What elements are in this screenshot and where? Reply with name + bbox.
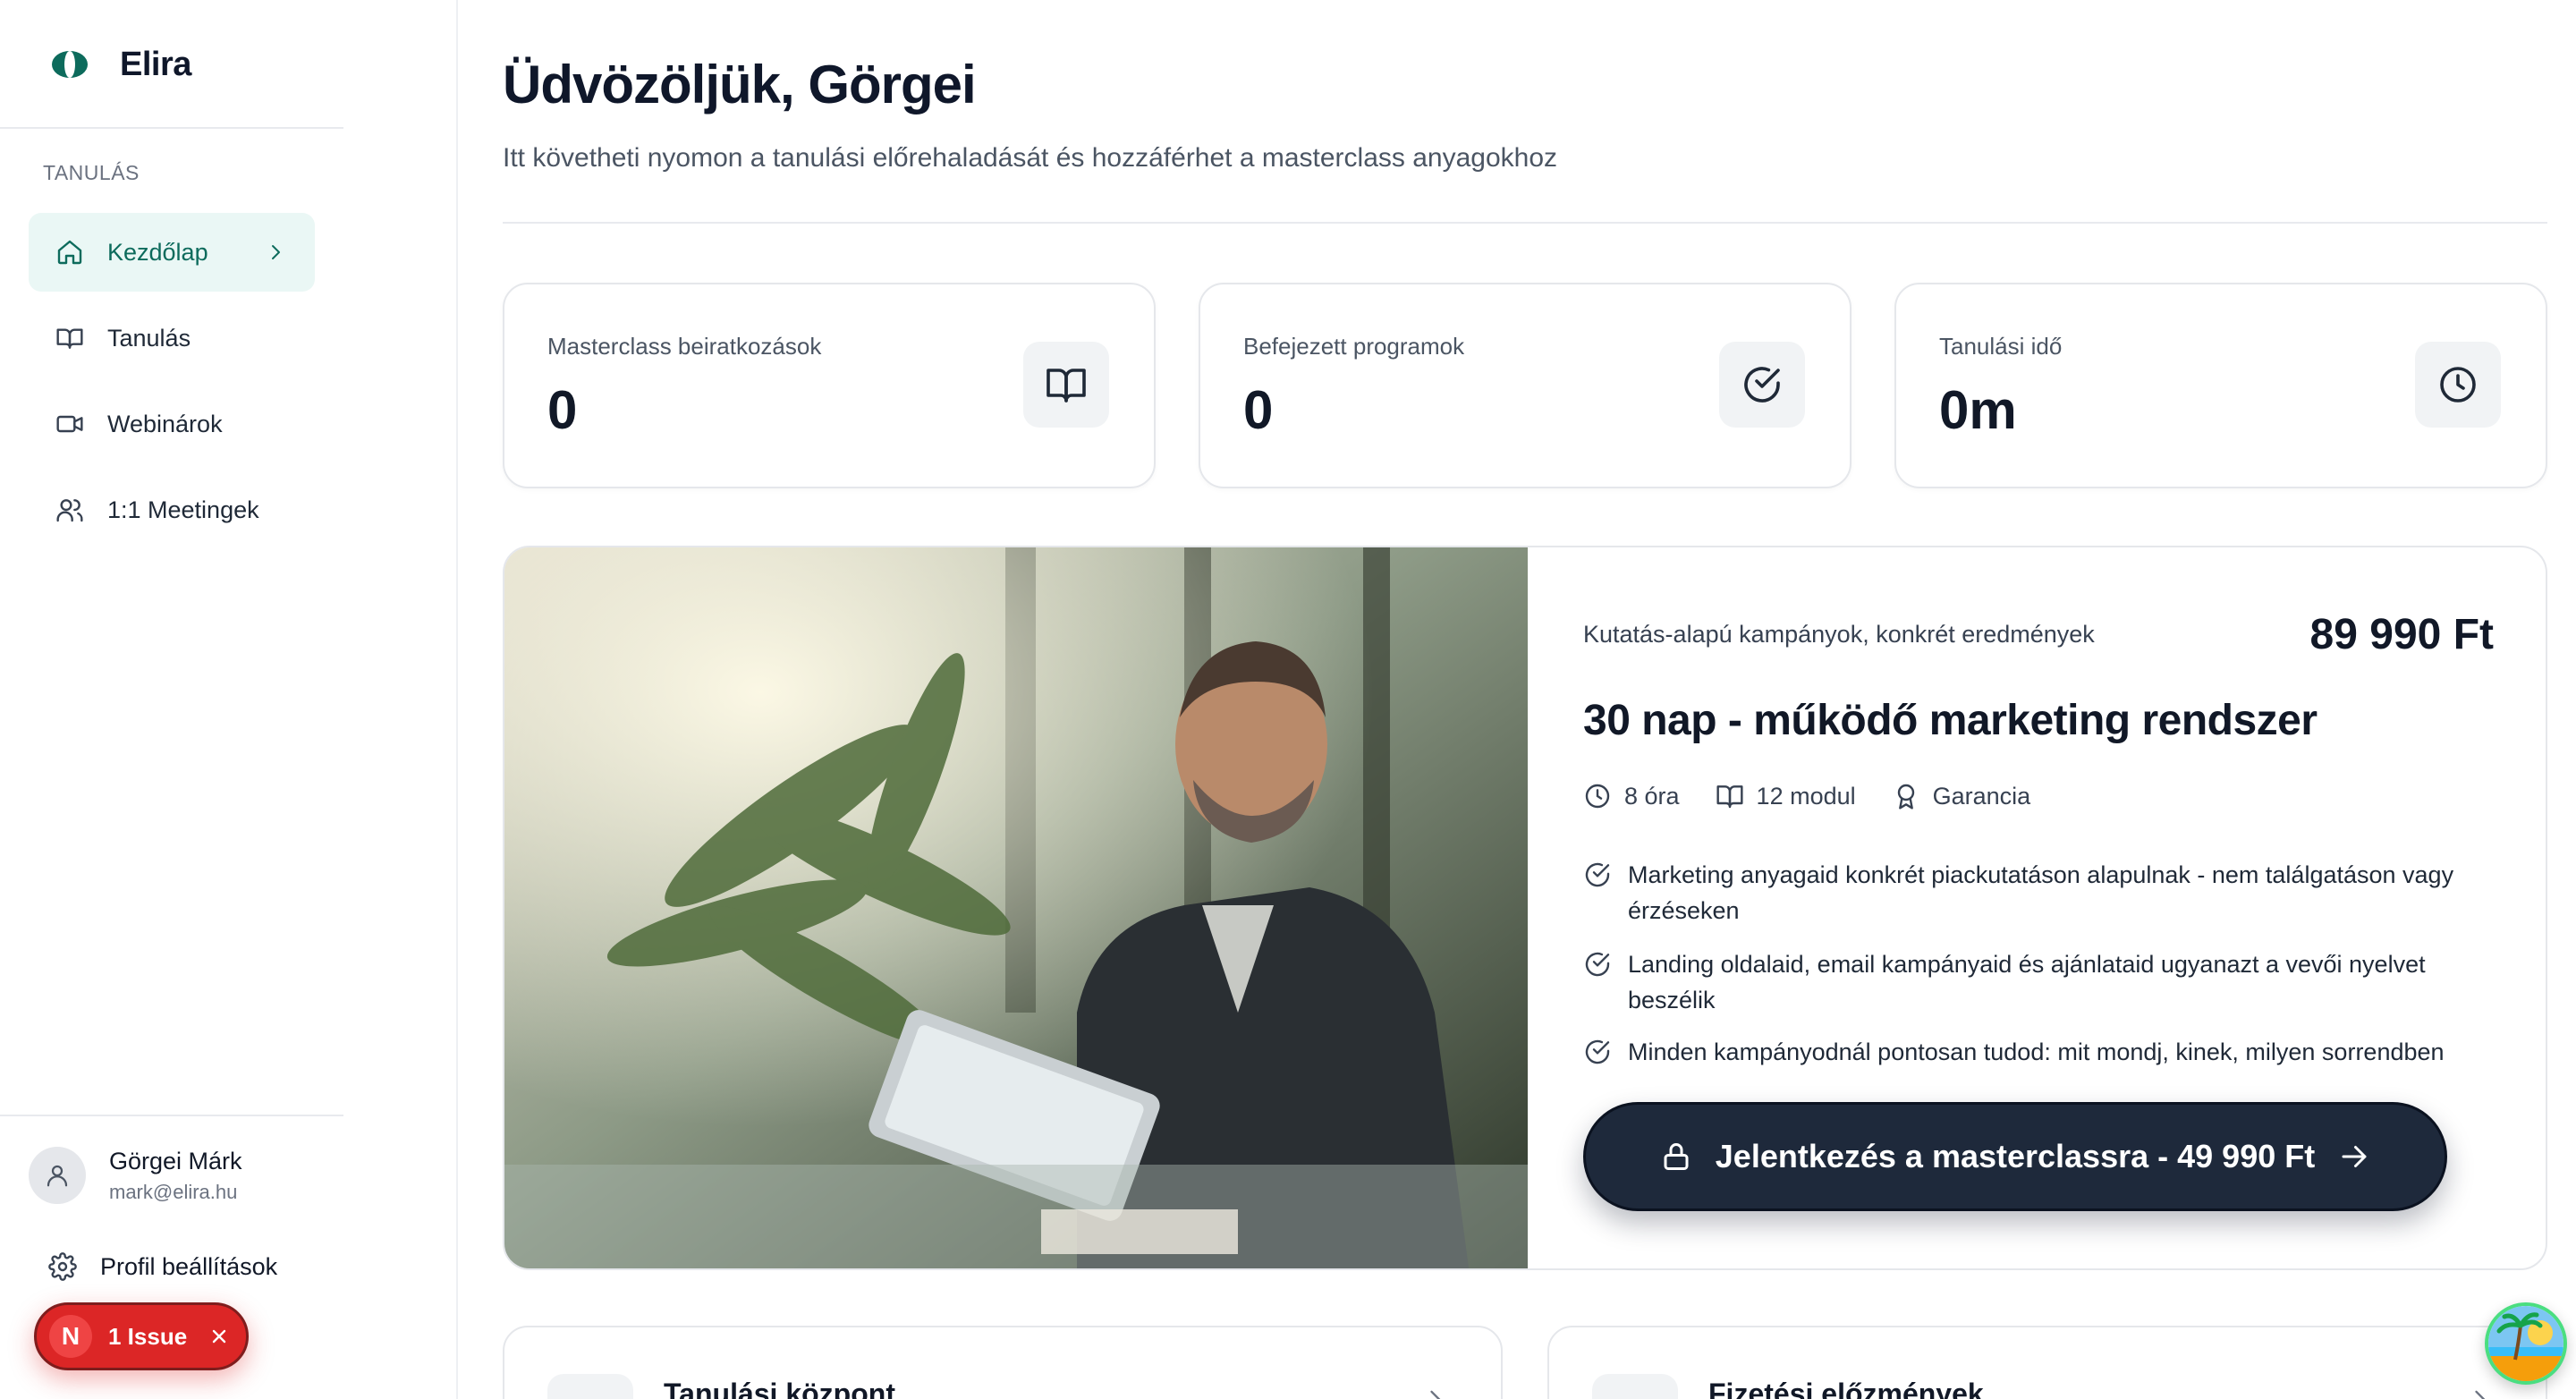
course-tagline: Kutatás-alapú kampányok, konkrét eredmén…	[1583, 621, 2095, 648]
close-icon[interactable]	[208, 1326, 230, 1347]
stat-card-completed: Befejezett programok 0	[1199, 283, 1852, 488]
meta-label: 12 modul	[1756, 782, 1856, 810]
feature-item: Minden kampányodnál pontosan tudod: mit …	[1583, 1034, 2496, 1070]
sidebar-item-webinarok[interactable]: Webinárok	[29, 385, 315, 463]
clock-icon	[1585, 784, 1610, 809]
user-icon	[47, 1165, 68, 1187]
payment-history-card[interactable]: Fizetési előzmények	[1547, 1326, 2547, 1399]
feature-text: Marketing anyagaid konkrét piackutatáson…	[1628, 861, 2454, 924]
stat-icon-box	[1023, 342, 1109, 428]
divider	[0, 1115, 343, 1116]
card-title: Fizetési előzmények	[1708, 1378, 1984, 1399]
feature-item: Marketing anyagaid konkrét piackutatáson…	[1583, 857, 2496, 928]
feature-text: Minden kampányodnál pontosan tudod: mit …	[1628, 1039, 2445, 1065]
assistant-fab[interactable]	[2485, 1302, 2567, 1385]
stat-card-learning-time: Tanulási idő 0m	[1894, 283, 2547, 488]
home-icon	[57, 240, 82, 265]
sidebar-item-label: 1:1 Meetingek	[107, 496, 259, 523]
stat-card-enrollments: Masterclass beiratkozások 0	[503, 283, 1156, 488]
feature-list: Marketing anyagaid konkrét piackutatáson…	[1583, 857, 2496, 1102]
meta-label: Garancia	[1932, 782, 2031, 810]
chevron-right-icon	[1430, 1390, 1441, 1399]
avatar	[29, 1147, 86, 1204]
stat-icon-box	[1719, 342, 1805, 428]
brand[interactable]: Elira	[50, 41, 191, 88]
sidebar-item-label: Kezdőlap	[107, 238, 208, 266]
stat-label: Masterclass beiratkozások	[547, 333, 822, 360]
enroll-button[interactable]: Jelentkezés a masterclassra - 49 990 Ft	[1583, 1102, 2447, 1211]
meta-label: 8 óra	[1624, 782, 1680, 810]
course-info: Kutatás-alapú kampányok, konkrét eredmén…	[1528, 547, 2546, 1268]
feature-item: Landing oldalaid, email kampányaid és aj…	[1583, 946, 2496, 1018]
users-icon	[56, 499, 83, 522]
book-open-icon	[569, 1395, 612, 1399]
book-icon	[1716, 785, 1743, 809]
page-subtitle: Itt követheti nyomon a tanulási előrehal…	[503, 143, 1558, 173]
profile-settings-link[interactable]: Profil beállítások	[48, 1252, 277, 1281]
sidebar-item-meetingek[interactable]: 1:1 Meetingek	[29, 471, 315, 549]
course-title: 30 nap - működő marketing rendszer	[1583, 697, 2318, 744]
stat-value: 0	[1243, 380, 1274, 440]
card-icon-box	[547, 1374, 633, 1399]
sidebar-item-tanulas[interactable]: Tanulás	[29, 299, 315, 377]
sidebar-item-kezdolap[interactable]: Kezdőlap	[29, 213, 315, 292]
search-icon	[1614, 1395, 1657, 1399]
lock-icon	[1664, 1143, 1689, 1170]
video-icon	[56, 415, 83, 433]
award-icon	[1897, 784, 1914, 810]
arrow-right-icon	[2342, 1146, 2367, 1167]
card-icon-box	[1592, 1374, 1678, 1399]
course-meta: 8 óra 12 modul Garancia	[1583, 782, 2030, 810]
gear-icon	[48, 1252, 77, 1281]
brand-name: Elira	[120, 45, 191, 83]
card-title: Tanulási központ	[664, 1378, 895, 1399]
check-circle-icon	[1585, 1039, 1610, 1064]
clock-icon	[2440, 367, 2476, 403]
check-circle-icon	[1585, 862, 1610, 887]
feature-text: Landing oldalaid, email kampányaid és aj…	[1628, 951, 2426, 1013]
issue-label: 1 Issue	[108, 1322, 188, 1350]
divider	[0, 127, 343, 129]
course-image	[504, 547, 1528, 1268]
stat-icon-box	[2415, 342, 2501, 428]
stat-label: Tanulási idő	[1939, 333, 2063, 360]
chevron-right-icon	[272, 245, 280, 259]
sidebar: Elira TANULÁS Kezdőlap Tanulás Webinárok…	[0, 0, 458, 1399]
beach-icon	[2488, 1306, 2563, 1381]
section-label: TANULÁS	[43, 161, 140, 184]
elira-logo-icon	[52, 51, 88, 78]
meta-duration: 8 óra	[1583, 782, 1680, 810]
user-email: mark@elira.hu	[109, 1180, 238, 1203]
check-circle-icon	[1585, 952, 1610, 977]
meta-modules: 12 modul	[1716, 782, 1856, 810]
user-name: Görgei Márk	[109, 1147, 242, 1174]
settings-label: Profil beállítások	[100, 1252, 278, 1280]
enroll-button-label: Jelentkezés a masterclassra - 49 990 Ft	[1715, 1138, 2316, 1174]
book-open-icon	[1046, 369, 1086, 403]
book-icon	[56, 328, 83, 349]
chevron-right-icon	[2475, 1390, 2486, 1399]
course-price: 89 990 Ft	[2309, 611, 2494, 658]
sidebar-item-label: Webinárok	[107, 410, 223, 437]
issues-button[interactable]: N 1 Issue	[34, 1302, 249, 1370]
meta-guarantee: Garancia	[1892, 782, 2031, 810]
stat-value: 0	[547, 380, 578, 440]
stat-value: 0m	[1939, 380, 2017, 440]
sidebar-item-label: Tanulás	[107, 324, 191, 352]
stat-label: Befejezett programok	[1243, 333, 1465, 360]
course-card: Kutatás-alapú kampányok, konkrét eredmén…	[503, 546, 2547, 1270]
user-profile[interactable]: Görgei Márk mark@elira.hu	[29, 1147, 242, 1204]
issue-badge: N	[49, 1315, 92, 1358]
divider	[503, 222, 2547, 224]
check-circle-icon	[1744, 367, 1780, 403]
page-title: Üdvözöljük, Görgei	[503, 55, 977, 114]
learning-center-card[interactable]: Tanulási központ	[503, 1326, 1503, 1399]
